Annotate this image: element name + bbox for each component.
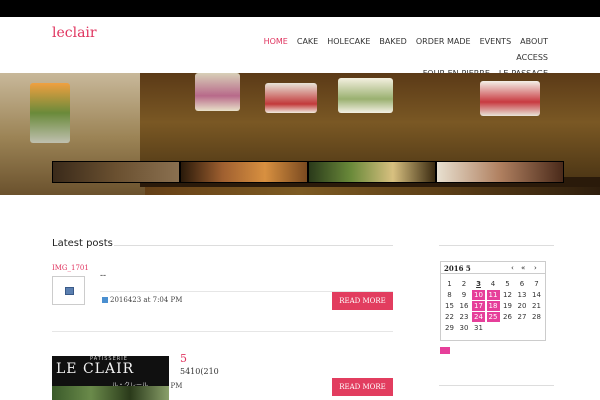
nav-item-home[interactable]: HOME bbox=[264, 34, 288, 50]
calendar-day[interactable]: 8 bbox=[443, 290, 456, 300]
latest-posts-title: Latest posts bbox=[52, 238, 113, 249]
post-meta: 2016423 at 7:04 PM READ MORE bbox=[100, 291, 393, 310]
nav-item-holecake[interactable]: HOLECAKE bbox=[327, 34, 370, 50]
calendar-legend-chip bbox=[440, 347, 450, 354]
hero-thumbnail[interactable] bbox=[180, 161, 308, 183]
top-black-bar bbox=[0, 0, 600, 17]
calendar-day[interactable]: 19 bbox=[501, 301, 514, 311]
cover-brand-text: LE CLAIR bbox=[56, 361, 135, 377]
calendar-prev-button[interactable]: ‹ bbox=[511, 264, 514, 272]
cover-leaf-graphic bbox=[52, 386, 169, 400]
post-date: 2016423 at 7:04 PM bbox=[102, 296, 182, 304]
hero-display-jar bbox=[195, 73, 240, 111]
calendar-day[interactable]: 13 bbox=[516, 290, 529, 300]
read-more-button[interactable]: READ MORE bbox=[332, 378, 393, 396]
calendar-day[interactable]: 3 bbox=[472, 279, 485, 289]
calendar-day[interactable]: 12 bbox=[501, 290, 514, 300]
hero-display-jar bbox=[480, 81, 540, 116]
image-icon bbox=[65, 287, 74, 295]
hero-display-jar bbox=[265, 83, 317, 113]
site-header: leclair HOME CAKE HOLECAKE BAKED ORDER MADE E… bbox=[0, 17, 600, 78]
post-divider bbox=[52, 331, 393, 332]
calendar-day[interactable]: 17 bbox=[472, 301, 485, 311]
post-date-text: 2016423 at 7:04 PM bbox=[110, 296, 183, 304]
calendar-day[interactable]: 11 bbox=[486, 290, 500, 300]
calendar-day[interactable]: 1 bbox=[443, 279, 456, 289]
post-excerpt: -- bbox=[100, 271, 107, 281]
sidebar-divider bbox=[439, 245, 554, 246]
post-item: IMG_1701 -- 2016423 at 7:04 PM READ MORE bbox=[52, 264, 393, 324]
calendar-day[interactable]: 18 bbox=[486, 301, 500, 311]
post-title[interactable]: 5 bbox=[180, 352, 187, 365]
calendar-next-button[interactable]: › bbox=[534, 264, 537, 272]
read-more-button[interactable]: READ MORE bbox=[332, 292, 393, 310]
site-title[interactable]: leclair bbox=[52, 25, 97, 41]
calendar-day[interactable]: 20 bbox=[516, 301, 529, 311]
calendar-day[interactable]: 4 bbox=[487, 279, 500, 289]
hero-display-jar bbox=[338, 78, 393, 113]
calendar-day[interactable]: 24 bbox=[472, 312, 485, 322]
sidebar: 2016 5 ‹ « › 1 2 3 4 5 6 7 8 9 10 11 12 13 14 15 16 17 18… bbox=[439, 195, 554, 400]
hero-display-jar bbox=[30, 83, 70, 143]
hero-thumbnail[interactable] bbox=[308, 161, 436, 183]
calendar-day[interactable]: 27 bbox=[516, 312, 529, 322]
hero-thumbnail[interactable] bbox=[436, 161, 564, 183]
calendar-day[interactable]: 2 bbox=[458, 279, 471, 289]
calendar-day[interactable]: 16 bbox=[458, 301, 471, 311]
post-cover-image[interactable]: PATISSERIE LE CLAIR ル・クレール bbox=[52, 356, 169, 400]
hero-thumbnail[interactable] bbox=[52, 161, 180, 183]
calendar-widget: 2016 5 ‹ « › 1 2 3 4 5 6 7 8 9 10 11 12 13 14 15 16 17 18… bbox=[440, 261, 546, 341]
calendar-day[interactable]: 21 bbox=[530, 301, 543, 311]
nav-item-events[interactable]: EVENTS bbox=[480, 34, 512, 50]
post-excerpt: 5410(210 bbox=[180, 367, 219, 376]
calendar-icon bbox=[102, 297, 108, 303]
calendar-day[interactable]: 25 bbox=[486, 312, 500, 322]
nav-item-about[interactable]: ABOUT bbox=[520, 34, 548, 50]
calendar-month: 2016 5 bbox=[444, 264, 471, 273]
calendar-day[interactable]: 23 bbox=[458, 312, 471, 322]
calendar-day[interactable]: 15 bbox=[443, 301, 456, 311]
nav-item-baked[interactable]: BAKED bbox=[379, 34, 406, 50]
calendar-day[interactable]: 26 bbox=[501, 312, 514, 322]
nav-item-cake[interactable]: CAKE bbox=[297, 34, 318, 50]
calendar-day[interactable]: 10 bbox=[472, 290, 485, 300]
calendar-day[interactable]: 28 bbox=[530, 312, 543, 322]
calendar-day[interactable]: 6 bbox=[516, 279, 529, 289]
hero-thumbnail-strip bbox=[0, 161, 600, 183]
post-image-label[interactable]: IMG_1701 bbox=[52, 264, 89, 272]
calendar-day[interactable]: 30 bbox=[458, 323, 471, 333]
nav-item-access[interactable]: ACCESS bbox=[516, 50, 548, 66]
calendar-day[interactable]: 5 bbox=[501, 279, 514, 289]
sidebar-divider bbox=[439, 385, 554, 386]
nav-item-order-made[interactable]: ORDER MADE bbox=[416, 34, 471, 50]
calendar-day[interactable]: 22 bbox=[443, 312, 456, 322]
calendar-day[interactable]: 31 bbox=[472, 323, 485, 333]
section-divider bbox=[114, 245, 393, 246]
calendar-day[interactable]: 9 bbox=[458, 290, 471, 300]
calendar-header: 2016 5 ‹ « › bbox=[441, 262, 545, 274]
post-thumbnail[interactable] bbox=[52, 276, 85, 305]
calendar-jump-button[interactable]: « bbox=[521, 264, 525, 272]
calendar-day[interactable]: 14 bbox=[530, 290, 543, 300]
main-content: Latest posts IMG_1701 -- 2016423 at 7:04… bbox=[52, 195, 393, 400]
hero-banner-image bbox=[0, 73, 600, 195]
calendar-day[interactable]: 29 bbox=[443, 323, 456, 333]
calendar-day[interactable]: 7 bbox=[530, 279, 543, 289]
